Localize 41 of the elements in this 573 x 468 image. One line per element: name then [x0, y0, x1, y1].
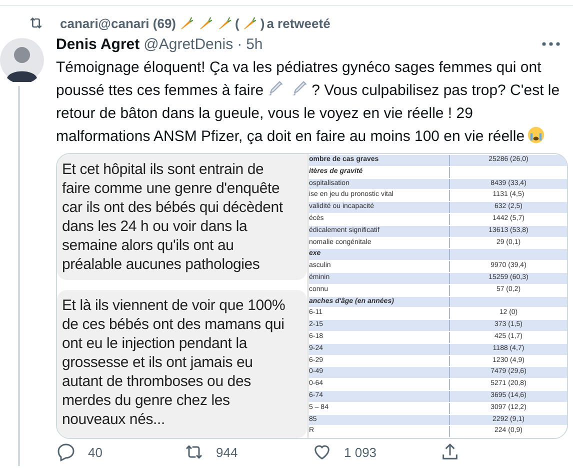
paren-text: (: [235, 16, 240, 30]
tweet-text: retour de bâton dans la gueule, vous le voyez en vie réelle ! 29: [56, 105, 473, 122]
share-icon[interactable]: [440, 442, 460, 462]
avatar[interactable]: [0, 38, 44, 82]
more-icon[interactable]: [542, 42, 560, 46]
separator-dot: ·: [237, 36, 242, 52]
carrot-icon: [198, 16, 214, 30]
image-card[interactable]: [56, 153, 568, 439]
carrot-icon: [179, 16, 194, 30]
message-line: faire comme une genre d'enquête: [62, 179, 281, 198]
retweet-label: a retweeté: [266, 16, 330, 30]
message-line: Et là ils viennent de voir que 100%: [62, 296, 286, 315]
action-count: 1 093: [344, 444, 377, 460]
tweet-time[interactable]: 5h: [246, 36, 263, 52]
action-count: 944: [216, 444, 238, 460]
tweet-text: malformations ANSM Pfizer, ça doit en faire au moins 100 en vie réelle: [56, 128, 525, 145]
tweet-text: Témoignage éloquent! Ça va les pédiatres gynéco sages femmes qui ont: [56, 59, 542, 76]
message-line: autant de thromboses ou des: [62, 372, 252, 391]
crying-emoji-icon: [526, 126, 545, 144]
author-handle[interactable]: @AgretDenis: [144, 36, 234, 52]
message-line: préalable aucunes pathologies: [62, 255, 261, 274]
message-line: grossesse et ils ont jamais eu: [62, 353, 254, 372]
tweet-text: poussé ttes ces femmes à faire: [56, 82, 264, 99]
message-line: Et cet hôpital ils sont entrain de: [62, 160, 265, 179]
carrot-icon: [242, 16, 258, 30]
tweet-text: ? Vous culpabilisez pas trop? C'est le: [312, 82, 560, 99]
message-line: car ils ont des bébés qui décèdent: [62, 198, 284, 217]
retweeter-name[interactable]: canari@canari (69): [60, 16, 176, 30]
message-line: semaine alors qu'ils ont au: [62, 236, 235, 255]
paren-text: ): [260, 16, 265, 30]
message-line: ont eu le injection pendant la: [62, 334, 248, 353]
action-count: 40: [88, 444, 102, 460]
message-line: nouveaux nés...: [62, 410, 166, 429]
carrot-icon: [217, 16, 232, 30]
retweet-icon: [28, 15, 44, 31]
message-line: merdes du genre chez les: [62, 391, 231, 410]
message-line: dans les 24 h ou voir dans la: [62, 217, 248, 236]
heart-icon[interactable]: [312, 442, 332, 462]
reply-icon[interactable]: [56, 442, 76, 462]
author-name[interactable]: Denis Agret: [56, 36, 140, 52]
message-line: de ces bébés ont des mamans qui: [62, 315, 286, 334]
